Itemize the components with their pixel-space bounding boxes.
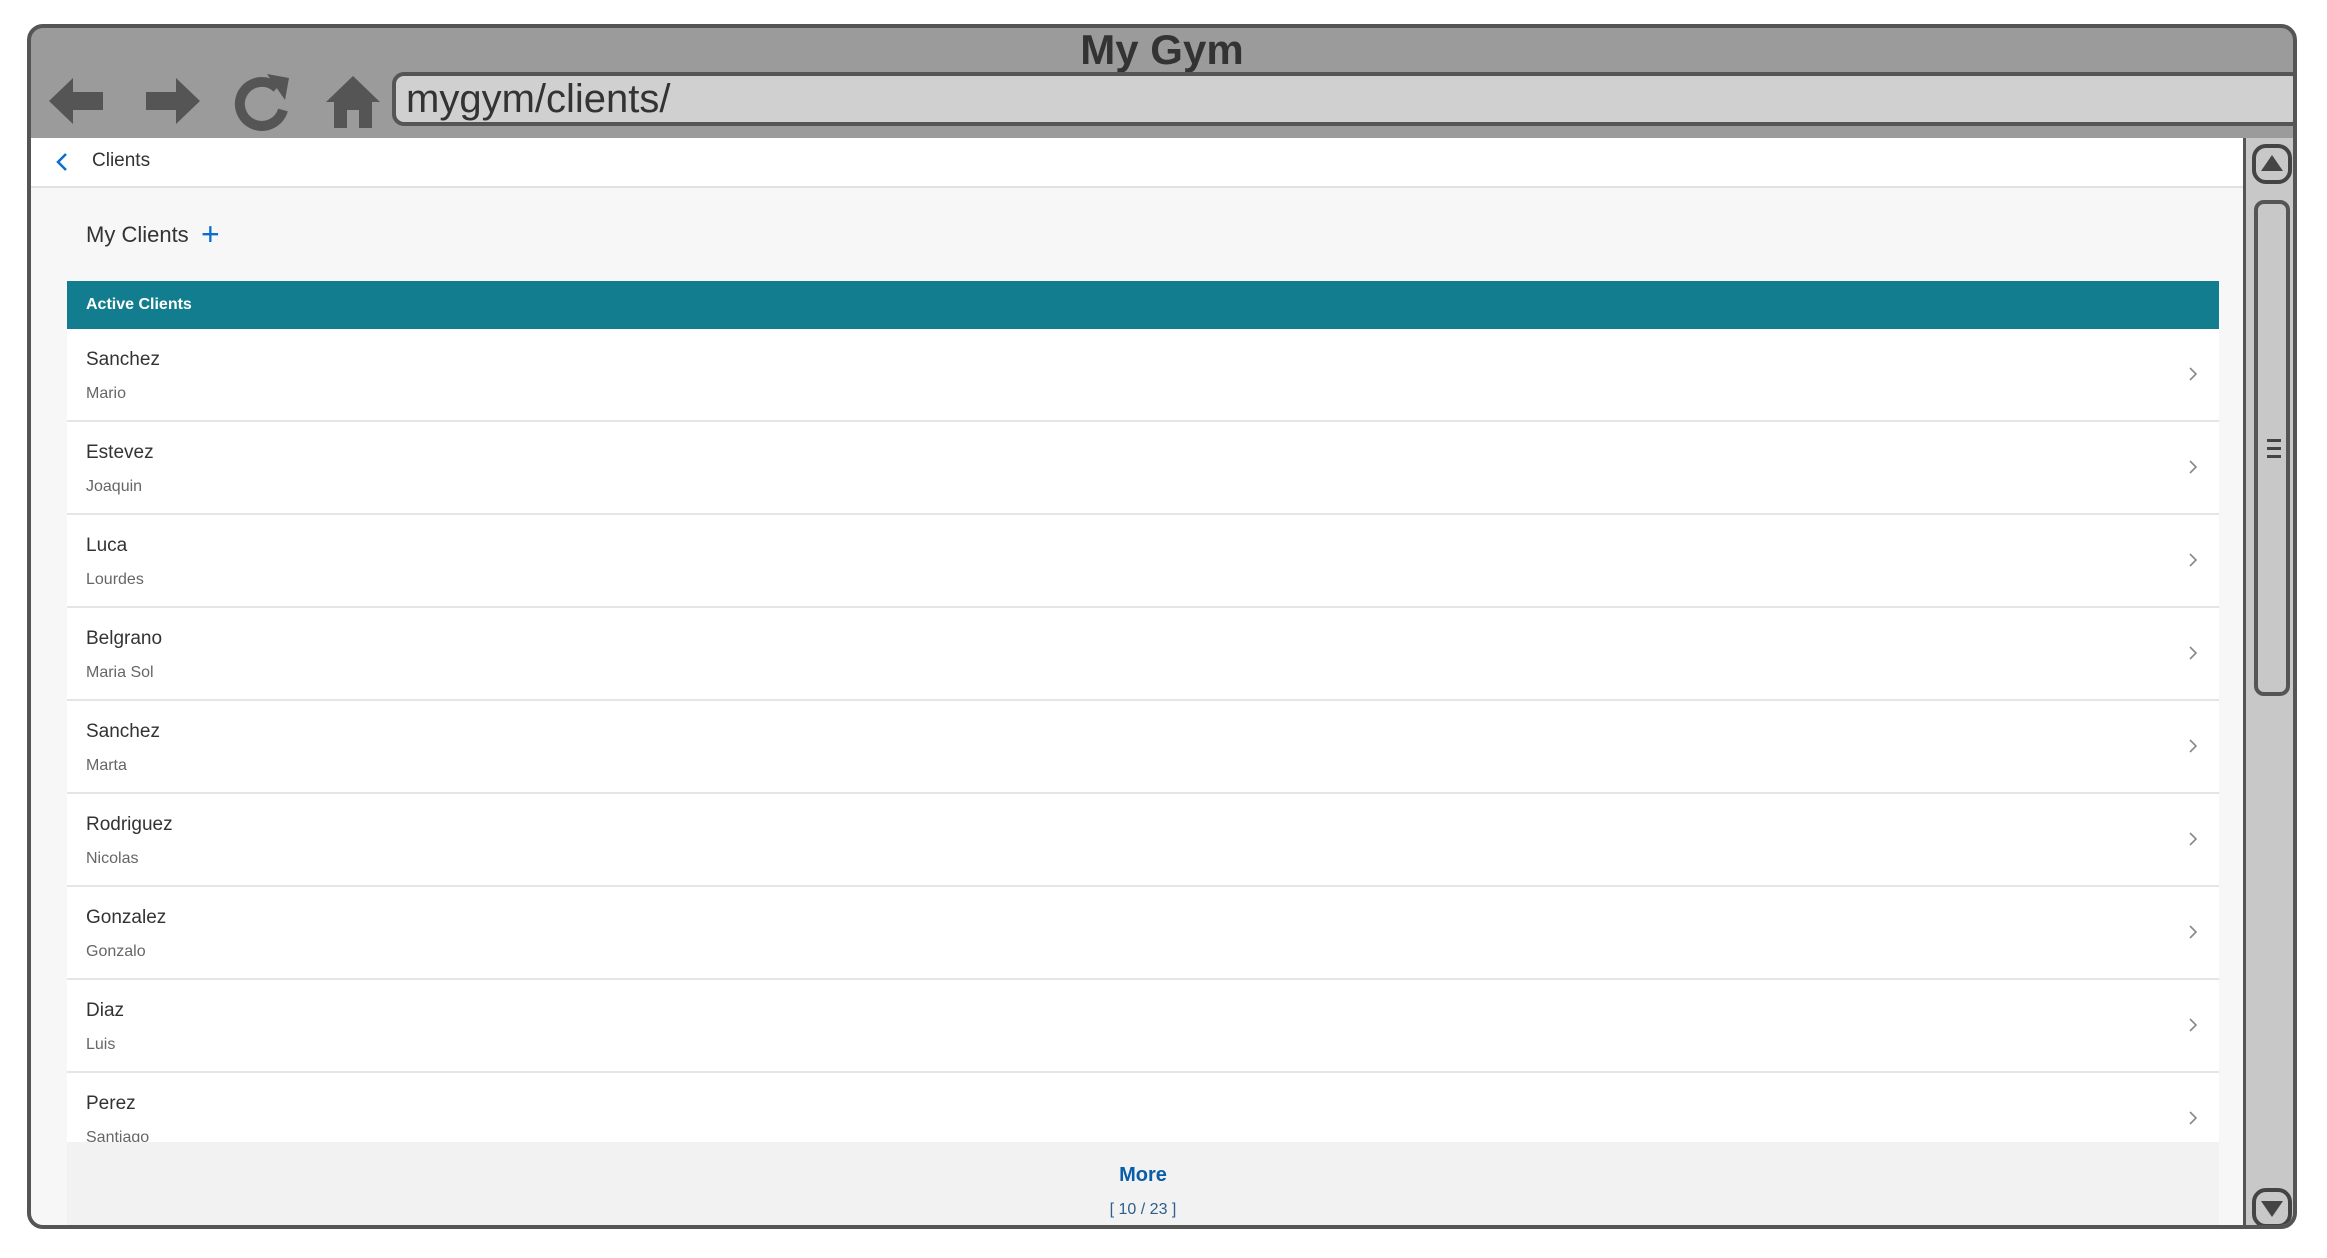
more-button[interactable]: More [ 10 / 23 ] xyxy=(67,1142,2219,1225)
scroll-down-icon[interactable] xyxy=(2252,1188,2292,1225)
item-count: [ 10 / 23 ] xyxy=(1109,1201,1177,1218)
scroll-thumb[interactable] xyxy=(2254,200,2290,696)
browser-window: My Gym mygym/clients/ Clients My Clients… xyxy=(27,24,2297,1229)
add-client-button[interactable]: + xyxy=(201,216,220,252)
item-title: Sanchez xyxy=(86,349,160,370)
chevron-right-icon xyxy=(2189,553,2198,567)
item-description: Mario xyxy=(86,385,127,402)
item-description: Marta xyxy=(86,757,127,774)
forward-arrow-icon[interactable] xyxy=(138,66,208,136)
reload-icon[interactable] xyxy=(227,66,297,136)
item-description: Maria Sol xyxy=(86,664,154,681)
list-item[interactable]: Estevez Joaquin xyxy=(67,422,2219,515)
chevron-right-icon xyxy=(2189,739,2198,753)
item-title: Diaz xyxy=(86,1000,125,1021)
grip-icon xyxy=(2267,439,2281,463)
page-title: My Clients xyxy=(86,222,189,247)
list-item[interactable]: Rodriguez Nicolas xyxy=(67,794,2219,887)
list-item[interactable]: Luca Lourdes xyxy=(67,515,2219,608)
list-item[interactable]: Belgrano Maria Sol xyxy=(67,608,2219,701)
list-header: Active Clients xyxy=(67,281,2219,329)
item-title: Perez xyxy=(86,1093,136,1114)
url-input[interactable]: mygym/clients/ xyxy=(392,72,2293,126)
chevron-right-icon xyxy=(2189,1018,2198,1032)
list-item[interactable]: Sanchez Marta xyxy=(67,701,2219,794)
page-content: Clients My Clients + Active Clients Sanc… xyxy=(31,138,2243,1225)
item-description: Nicolas xyxy=(86,850,139,867)
list-item[interactable]: Sanchez Mario xyxy=(67,329,2219,422)
chevron-right-icon xyxy=(2189,1111,2198,1125)
more-label: More xyxy=(1119,1164,1167,1186)
chevron-right-icon xyxy=(2189,832,2198,846)
vertical-scrollbar[interactable] xyxy=(2243,138,2293,1225)
item-title: Rodriguez xyxy=(86,814,173,835)
client-list: Active Clients Sanchez Mario Estevez Joa… xyxy=(67,281,2219,1166)
item-title: Sanchez xyxy=(86,721,160,742)
home-icon[interactable] xyxy=(318,66,388,136)
back-arrow-icon[interactable] xyxy=(41,66,111,136)
item-title: Belgrano xyxy=(86,628,163,649)
chevron-right-icon xyxy=(2189,460,2198,474)
list-item[interactable]: Diaz Luis xyxy=(67,980,2219,1073)
item-title: Estevez xyxy=(86,442,154,463)
item-description: Joaquin xyxy=(86,478,143,495)
chevron-left-icon[interactable] xyxy=(51,150,73,174)
chevron-right-icon xyxy=(2189,646,2198,660)
item-description: Lourdes xyxy=(86,571,144,588)
list-item[interactable]: Gonzalez Gonzalo xyxy=(67,887,2219,980)
item-title: Gonzalez xyxy=(86,907,167,928)
item-description: Luis xyxy=(86,1036,116,1053)
chevron-right-icon xyxy=(2189,925,2198,939)
item-description: Gonzalo xyxy=(86,943,146,960)
page-header: Clients xyxy=(31,138,2243,188)
breadcrumb[interactable]: Clients xyxy=(92,150,150,172)
chevron-right-icon xyxy=(2189,367,2198,381)
scroll-up-icon[interactable] xyxy=(2252,144,2292,184)
item-title: Luca xyxy=(86,535,128,556)
